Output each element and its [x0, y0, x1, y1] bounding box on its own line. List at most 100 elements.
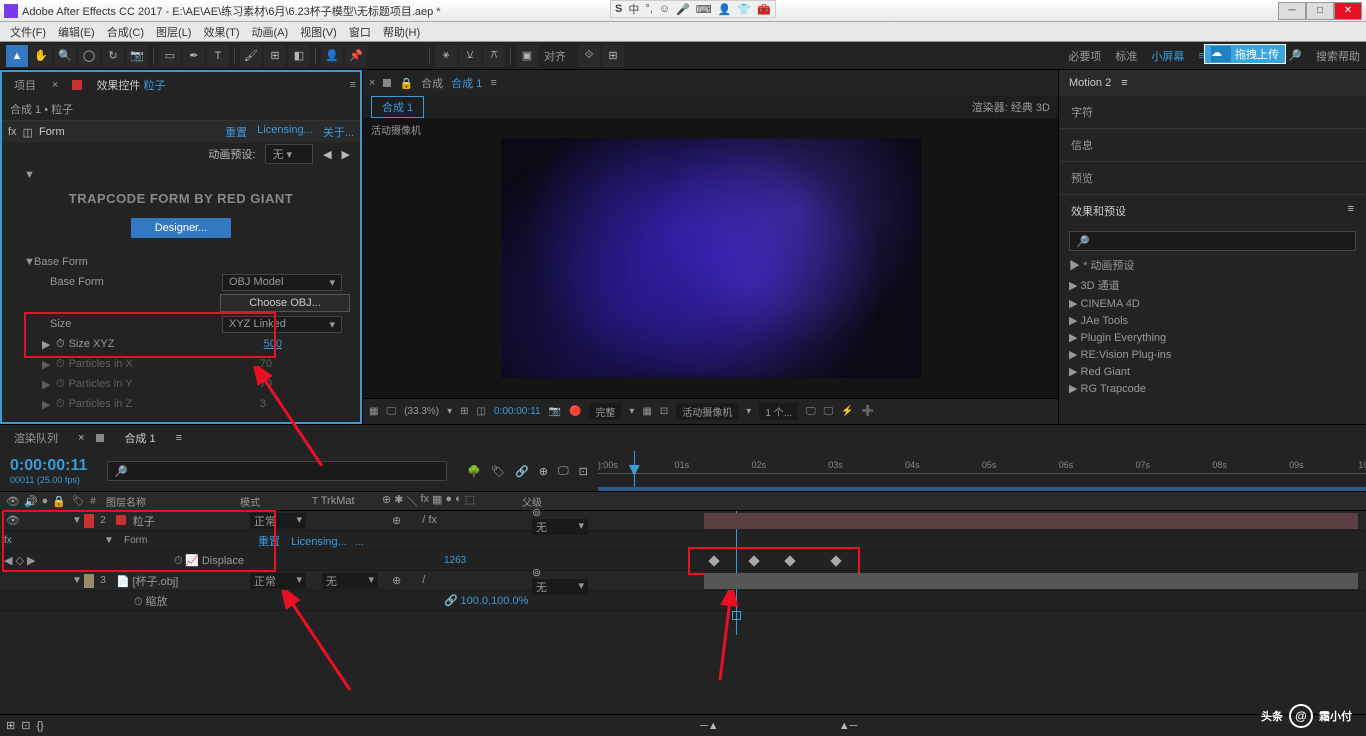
time-display[interactable]: 0:00:00:11 [494, 406, 541, 417]
particles-z-value[interactable]: 3 [260, 398, 266, 410]
label-header-icon[interactable]: 🏷 [68, 496, 84, 507]
playhead[interactable] [634, 451, 635, 491]
search-icon[interactable]: 🔎 [1288, 49, 1302, 62]
toggle-switches-icon[interactable]: ⊞ [6, 719, 15, 732]
character-panel[interactable]: 字符 [1059, 96, 1366, 129]
snap-icon[interactable]: ▣ [516, 45, 538, 67]
menu-file[interactable]: 文件(F) [4, 22, 52, 42]
selection-tool[interactable]: ▲ [6, 45, 28, 67]
pickwhip-icon[interactable]: ⊚ [532, 507, 541, 519]
axis-view-icon[interactable]: ⚻ [483, 45, 505, 67]
layer-name[interactable]: 📄 [杯子.obj] [112, 573, 246, 589]
baseform-dropdown[interactable]: OBJ Model▾ [222, 274, 342, 291]
effects-presets-header[interactable]: 效果和预设≡ [1059, 195, 1366, 227]
link-icon[interactable]: 🔗 [444, 595, 458, 607]
ime-user-icon[interactable]: 👤 [718, 3, 732, 16]
quality-dropdown[interactable]: 完整 [589, 403, 621, 420]
preset-item[interactable]: ▶ CINEMA 4D [1059, 295, 1366, 312]
fx-licensing[interactable]: Licensing... [257, 124, 313, 140]
tab-close-icon[interactable]: × [52, 79, 58, 91]
preset-item[interactable]: ▶ RG Trapcode [1059, 380, 1366, 397]
pen-tool[interactable]: ✒ [183, 45, 205, 67]
view1-icon[interactable]: 🖵 [806, 406, 816, 417]
preset-item[interactable]: ▶ Plugin Everything [1059, 329, 1366, 346]
rect-tool[interactable]: ▭ [159, 45, 181, 67]
frame-blend-icon[interactable]: {} [36, 720, 43, 732]
preset-item[interactable]: ▶ * 动画预设 [1059, 255, 1366, 275]
menu-animation[interactable]: 动画(A) [246, 22, 295, 42]
particles-y-value[interactable]: 70 [260, 378, 272, 390]
displace-value[interactable]: 1263 [440, 555, 470, 566]
choose-obj-button[interactable]: Choose OBJ... [220, 294, 350, 312]
close-button[interactable]: ✕ [1334, 2, 1362, 20]
ime-mic-icon[interactable]: 🎤 [676, 3, 690, 16]
tl-icon3[interactable]: 🔗 [515, 465, 529, 478]
preset-prev-icon[interactable]: ◀ [323, 148, 331, 161]
zoom-tool[interactable]: 🔍 [54, 45, 76, 67]
mode-dropdown[interactable]: 正常▾ [250, 573, 306, 589]
upload-badge[interactable]: ☁ 拖拽上传 [1204, 44, 1286, 64]
menu-view[interactable]: 视图(V) [294, 22, 343, 42]
layer-bar[interactable] [704, 513, 1358, 529]
fx-enable-icon[interactable]: fx [8, 126, 17, 138]
workspace-standard[interactable]: 标准 [1115, 48, 1137, 64]
menu-effect[interactable]: 效果(T) [197, 22, 245, 42]
snap-label[interactable]: 对齐 [544, 48, 566, 64]
preview-panel[interactable]: 预览 [1059, 162, 1366, 195]
work-area[interactable] [598, 487, 1366, 491]
scale-row[interactable]: ⏱ 缩放 🔗 100.0,100.0% [0, 591, 1366, 611]
tl-icon1[interactable]: 🌳 [467, 465, 481, 478]
ime-punct-icon[interactable]: °, [645, 3, 652, 15]
rotate-tool[interactable]: ↻ [102, 45, 124, 67]
layer-label-color[interactable] [84, 574, 94, 588]
parent-dropdown[interactable]: 无▾ [532, 579, 588, 595]
panel-menu-icon[interactable]: ≡ [176, 432, 182, 444]
timeline-search[interactable]: 🔎 [107, 461, 447, 481]
particles-x-value[interactable]: 70 [260, 358, 272, 370]
lock-header-icon[interactable]: 🔒 [52, 495, 66, 508]
zoom-dropdown[interactable]: (33.3%) [404, 406, 439, 417]
pickwhip-icon[interactable]: ⊚ [532, 567, 541, 579]
fx-reset[interactable]: 重置 [225, 124, 247, 140]
col-mode[interactable]: 模式 [236, 494, 308, 509]
trkmat-dropdown[interactable]: 无▾ [322, 573, 378, 589]
text-tool[interactable]: T [207, 45, 229, 67]
preset-dropdown[interactable]: 无 ▾ [265, 144, 313, 164]
toggle-modes-icon[interactable]: ⊡ [21, 719, 30, 732]
speaker-header-icon[interactable]: 🔊 [24, 495, 38, 508]
tab-effect-controls[interactable]: 效果控件 粒子 [88, 74, 173, 96]
designer-button[interactable]: Designer... [131, 218, 232, 238]
snap-opt1-icon[interactable]: ⟐ [578, 45, 600, 67]
roto-tool[interactable]: 👤 [321, 45, 343, 67]
workspace-essentials[interactable]: 必要项 [1068, 48, 1101, 64]
channel-icon[interactable]: 🔴 [569, 406, 581, 417]
fx-name[interactable]: Form [39, 126, 65, 138]
tl-icon5[interactable]: 🖵 [558, 465, 569, 478]
tab-close-icon[interactable]: × [369, 77, 375, 89]
tab-render-queue[interactable]: 渲染队列 [6, 427, 66, 449]
scale-value[interactable]: 100.0,100.0% [460, 595, 528, 607]
info-panel[interactable]: 信息 [1059, 129, 1366, 162]
menu-edit[interactable]: 编辑(E) [52, 22, 101, 42]
comp-name[interactable]: 合成 1 [451, 75, 482, 91]
mask-icon[interactable]: ◫ [477, 406, 486, 417]
camera-tool[interactable]: 📷 [126, 45, 148, 67]
panel-menu-icon[interactable]: ≡ [350, 79, 356, 91]
collapse-icon[interactable]: ▼ [2, 169, 360, 181]
tab-close-icon[interactable]: × [78, 432, 84, 444]
snapshot-icon[interactable]: 📷 [549, 406, 561, 417]
fx-licensing-link[interactable]: Licensing... [291, 536, 347, 548]
time-ruler[interactable]: ):00s 01s 02s 03s 04s 05s 06s 07s 08s 09… [598, 451, 1366, 491]
menu-window[interactable]: 窗口 [343, 22, 377, 42]
comp-subtab[interactable]: 合成 1 [371, 96, 424, 118]
tab-project[interactable]: 项目 [6, 74, 44, 96]
viewer[interactable]: 活动摄像机 [363, 118, 1058, 398]
fx-about[interactable]: 关于... [323, 124, 354, 140]
hand-tool[interactable]: ✋ [30, 45, 52, 67]
ime-toolbox-icon[interactable]: 🧰 [757, 3, 771, 16]
preset-item[interactable]: ▶ RE:Vision Plug-ins [1059, 346, 1366, 363]
baseform-header[interactable]: ▼Base Form [2, 252, 360, 272]
screen-icon[interactable]: 🖵 [386, 406, 396, 417]
eye-header-icon[interactable]: 👁 [6, 495, 20, 508]
renderer-label[interactable]: 渲染器: 经典 3D [972, 99, 1050, 115]
